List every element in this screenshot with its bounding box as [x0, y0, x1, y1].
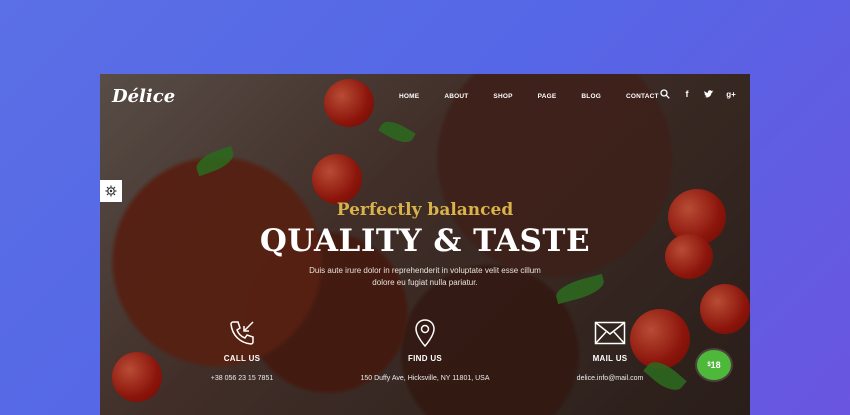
contact-mail-label: MAIL US: [592, 354, 628, 363]
contact-call: CALL US +38 056 23 15 7851: [162, 318, 322, 382]
price-amount: 18: [710, 360, 721, 370]
map-pin-icon[interactable]: [345, 318, 505, 348]
twitter-icon[interactable]: [704, 89, 714, 99]
hero-frame: Délice HOME ABOUT SHOP PAGE BLOG CONTACT…: [100, 74, 750, 415]
hero-title: QUALITY & TASTE: [259, 223, 591, 259]
contact-find: FIND US 150 Duffy Ave, Hicksville, NY 11…: [345, 318, 505, 382]
brand-logo[interactable]: Délice: [112, 86, 175, 107]
contact-find-label: FIND US: [407, 354, 443, 363]
contact-mail: MAIL US delice.info@mail.com: [530, 318, 690, 382]
nav-contact[interactable]: CONTACT: [626, 93, 659, 100]
main-nav: HOME ABOUT SHOP PAGE BLOG CONTACT: [399, 93, 684, 100]
contact-call-label: CALL US: [223, 354, 261, 363]
contact-mail-value[interactable]: delice.info@mail.com: [530, 375, 690, 382]
google-plus-icon[interactable]: g+: [726, 89, 736, 99]
settings-gear-icon[interactable]: [100, 180, 122, 202]
hero-subtitle: Perfectly balanced: [336, 200, 514, 220]
nav-shop[interactable]: SHOP: [493, 93, 512, 100]
mail-icon[interactable]: [530, 318, 690, 348]
contact-call-value[interactable]: +38 056 23 15 7851: [162, 375, 322, 382]
search-icon[interactable]: [660, 89, 670, 99]
contact-find-value[interactable]: 150 Duffy Ave, Hicksville, NY 11801, USA: [345, 375, 505, 382]
nav-about[interactable]: ABOUT: [444, 93, 468, 100]
header-icons: f g+: [660, 89, 736, 99]
hero-description: Duis aute irure dolor in reprehenderit i…: [309, 266, 541, 287]
phone-icon[interactable]: [162, 318, 322, 348]
nav-blog[interactable]: BLOG: [581, 93, 601, 100]
nav-page[interactable]: PAGE: [538, 93, 557, 100]
price-badge[interactable]: $18: [697, 350, 731, 380]
nav-home[interactable]: HOME: [399, 93, 419, 100]
facebook-icon[interactable]: f: [682, 89, 692, 99]
